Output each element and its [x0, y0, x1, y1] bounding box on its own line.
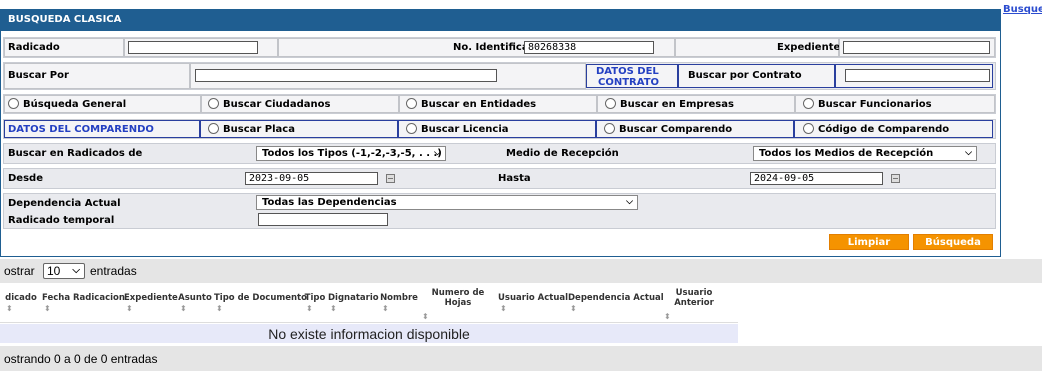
radio-label: Buscar Licencia [421, 124, 509, 135]
table-info: ostrando 0 a 0 de 0 entradas [4, 352, 158, 366]
corner-search-link[interactable]: Busque [1003, 4, 1042, 15]
radicado-temporal-input[interactable] [258, 213, 388, 226]
column-header[interactable]: Nombre [380, 293, 418, 303]
hasta-label: Hasta [498, 173, 531, 184]
dependencia-select-value: Todas las Dependencias [262, 197, 397, 208]
radio-label: Buscar Funcionarios [818, 99, 932, 110]
desde-input[interactable]: 2023-09-05 [245, 172, 378, 185]
chevron-down-icon: ⌵ [965, 148, 972, 158]
sort-icon[interactable]: ⬍ [570, 305, 577, 313]
radio-buscar-placa[interactable]: Buscar Placa [208, 123, 295, 136]
column-header[interactable]: Numero de Hojas [420, 288, 496, 308]
id-input[interactable]: 80268338 [524, 41, 654, 54]
radio-label: Buscar Comparendo [619, 124, 733, 135]
radio-label: Buscar Ciudadanos [223, 99, 331, 110]
dependencia-label: Dependencia Actual [8, 198, 121, 209]
medio-select-value: Todos los Medios de Recepción [759, 148, 934, 159]
medio-recepcion-label: Medio de Recepción [506, 148, 619, 159]
column-header[interactable]: Usuario Anterior [662, 288, 726, 308]
expediente-input[interactable] [843, 41, 990, 54]
sort-icon[interactable]: ⬍ [6, 305, 13, 313]
radicado-temporal-label: Radicado temporal [8, 215, 115, 226]
buscar-contrato-label: Buscar por Contrato [688, 70, 802, 81]
radio-icon[interactable] [208, 98, 219, 109]
radio-label: Buscar en Empresas [620, 99, 734, 110]
radio-buscar-licencia[interactable]: Buscar Licencia [406, 123, 509, 136]
buscar-radicados-label: Buscar en Radicados de [8, 148, 143, 159]
column-header[interactable]: Tipo de Documento [214, 293, 307, 303]
page-size-value: 10 [47, 264, 61, 278]
radio-icon[interactable] [406, 98, 417, 109]
radio-label: Buscar Placa [223, 124, 295, 135]
panel-title: BUSQUEDA CLASICA [0, 9, 1001, 31]
sort-icon[interactable]: ⬍ [330, 305, 337, 313]
chevron-down-icon: ⌵ [434, 148, 441, 158]
tipos-select-value: Todos los Tipos (-1,-2,-3,-5, . . .) [262, 148, 442, 159]
sort-icon[interactable]: ⬍ [664, 313, 671, 321]
buscar-por-label: Buscar Por [8, 70, 69, 81]
sort-icon[interactable]: ⬍ [126, 305, 133, 313]
column-header[interactable]: Dependencia Actual [568, 293, 664, 303]
radio-buscar-funcionarios[interactable]: Buscar Funcionarios [803, 98, 932, 111]
calendar-icon[interactable] [891, 174, 900, 183]
chevron-down-icon: ⌵ [72, 265, 80, 276]
radio-icon[interactable] [803, 123, 814, 134]
sort-icon[interactable]: ⬍ [382, 305, 389, 313]
limpiar-button[interactable]: Limpiar [829, 234, 909, 250]
radio-buscar-empresas[interactable]: Buscar en Empresas [605, 98, 734, 111]
tipos-select[interactable]: Todos los Tipos (-1,-2,-3,-5, . . .) ⌵ [256, 146, 446, 161]
radio-label: Buscar en Entidades [421, 99, 537, 110]
radio-icon[interactable] [605, 98, 616, 109]
radio-buscar-ciudadanos[interactable]: Buscar Ciudadanos [208, 98, 330, 111]
datos-comparendo-label: DATOS DEL COMPARENDO [8, 124, 154, 135]
buscar-contrato-input[interactable] [845, 69, 990, 82]
radio-busqueda-general[interactable]: Búsqueda General [8, 98, 126, 111]
dependencia-select[interactable]: Todas las Dependencias ⌵ [256, 195, 638, 210]
column-header[interactable]: dicado [4, 293, 38, 303]
radicado-label: Radicado [8, 42, 60, 53]
sort-icon[interactable]: ⬍ [216, 305, 223, 313]
column-header[interactable]: Expediente [124, 293, 178, 303]
table-length-bar [0, 259, 1042, 283]
length-suffix: entradas [90, 264, 137, 278]
column-header[interactable]: Fecha Radicacion [42, 293, 125, 303]
radicado-input[interactable] [128, 41, 258, 54]
radio-icon[interactable] [604, 123, 615, 134]
busqueda-button[interactable]: Búsqueda [913, 234, 993, 250]
sort-icon[interactable]: ⬍ [180, 305, 187, 313]
radio-icon[interactable] [803, 98, 814, 109]
datos-contrato-line1: DATOS DEL [596, 66, 659, 77]
column-header[interactable]: Dignatario [328, 293, 379, 303]
table-header [0, 285, 738, 323]
expediente-label: Expediente [777, 42, 841, 53]
empty-message: No existe informacion disponible [268, 326, 470, 342]
column-header[interactable]: Asunto [178, 293, 212, 303]
radio-label: Código de Comparendo [818, 124, 950, 135]
chevron-down-icon: ⌵ [626, 197, 633, 207]
sort-icon[interactable]: ⬍ [422, 313, 429, 321]
page-size-select[interactable]: 10 ⌵ [43, 263, 85, 279]
medio-recepcion-select[interactable]: Todos los Medios de Recepción ⌵ [753, 146, 977, 161]
length-prefix: ostrar [4, 264, 35, 278]
radio-buscar-comparendo[interactable]: Buscar Comparendo [604, 123, 732, 136]
desde-label: Desde [8, 173, 43, 184]
radio-codigo-comparendo[interactable]: Código de Comparendo [803, 123, 949, 136]
radio-icon[interactable] [8, 98, 19, 109]
sort-icon[interactable]: ⬍ [306, 305, 313, 313]
radio-icon[interactable] [208, 123, 219, 134]
calendar-icon[interactable] [386, 174, 395, 183]
buscar-por-input[interactable] [195, 69, 497, 82]
radio-label: Búsqueda General [23, 99, 127, 110]
radio-icon[interactable] [406, 123, 417, 134]
column-header[interactable]: Tipo [304, 293, 326, 303]
sort-icon[interactable]: ⬍ [44, 305, 51, 313]
hasta-input[interactable]: 2024-09-05 [750, 172, 883, 185]
radio-buscar-entidades[interactable]: Buscar en Entidades [406, 98, 536, 111]
column-header[interactable]: Usuario Actual [498, 293, 568, 303]
datos-contrato-line2: CONTRATO [598, 77, 660, 88]
sort-icon[interactable]: ⬍ [500, 305, 507, 313]
